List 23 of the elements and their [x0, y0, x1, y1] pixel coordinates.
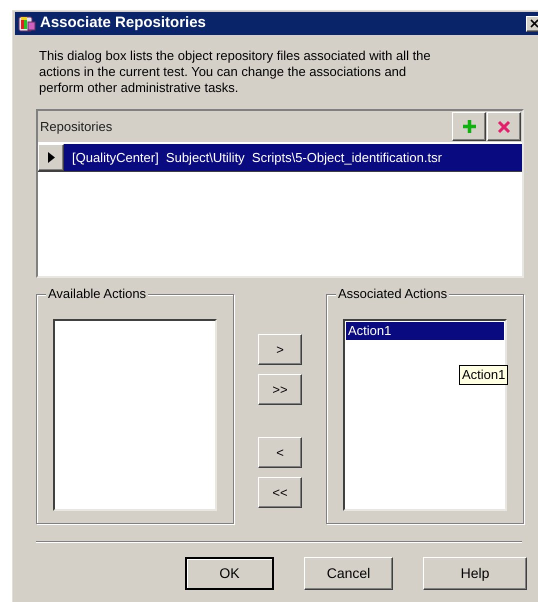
close-icon [530, 19, 538, 28]
header-label: Repositories [40, 118, 112, 136]
close-button[interactable] [526, 16, 538, 32]
move-button[interactable]: < [258, 437, 302, 468]
move-button[interactable]: << [258, 477, 302, 508]
app-icon [18, 14, 37, 33]
dialog-button[interactable]: OK [185, 557, 274, 590]
row-header[interactable] [38, 144, 64, 171]
action-list[interactable] [53, 319, 217, 511]
window-title: Associate Repositories [40, 13, 206, 34]
dialog-button[interactable]: Cancel [304, 557, 393, 590]
plus-icon [462, 119, 476, 134]
list-item[interactable]: Action1 [346, 322, 504, 340]
repository-row[interactable]: [QualityCenter] Subject\Utility Scripts\5-Object_identification.tsr [64, 144, 522, 171]
add-button[interactable] [452, 112, 486, 141]
move-button[interactable]: >> [258, 374, 302, 405]
tooltip: Action1 [459, 365, 508, 385]
current-row-icon [48, 152, 54, 163]
close-icon [497, 120, 511, 134]
dialog-button[interactable]: Help [423, 557, 527, 590]
move-button[interactable]: > [258, 334, 302, 365]
delete-button[interactable] [487, 112, 521, 141]
description-text: This dialog box lists the object repository files associated with all the actions in the current test. You can change the associations and perform other administrative tasks. [39, 48, 432, 96]
